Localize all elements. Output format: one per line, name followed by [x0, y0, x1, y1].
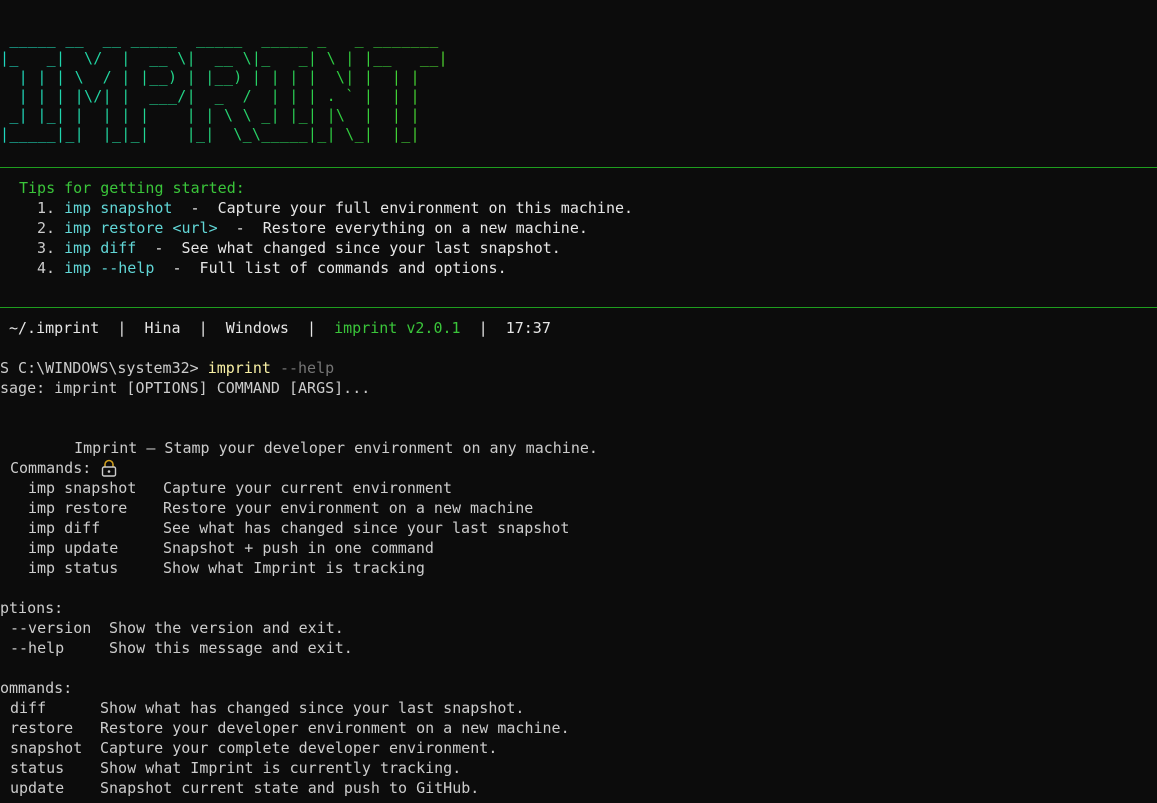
- imp-command-desc: See what has changed since your last sna…: [163, 519, 570, 537]
- commands-heading: Commands:: [10, 459, 92, 477]
- tip-description: - Restore everything on a new machine.: [217, 219, 588, 237]
- imp-command-desc: Snapshot + push in one command: [163, 539, 434, 557]
- command-desc: Show what Imprint is currently tracking.: [100, 759, 462, 777]
- imp-command-name: imp status: [28, 559, 119, 577]
- imp-command-row: imp update Snapshot + push in one command: [28, 538, 434, 558]
- command-name: diff: [10, 699, 47, 717]
- option-flag: --version: [10, 619, 92, 637]
- command-desc: Snapshot current state and push to GitHu…: [100, 779, 480, 797]
- tip-command: snapshot: [100, 199, 173, 217]
- command-desc: Restore your developer environment on a …: [100, 719, 570, 737]
- imp-command-row: imp status Show what Imprint is tracking: [28, 558, 425, 578]
- divider-bottom: [0, 307, 1157, 308]
- tip-command: diff: [100, 239, 137, 257]
- tip-number: 4.: [37, 259, 56, 277]
- command-name: status: [10, 759, 65, 777]
- status-version: imprint v2.0.1: [334, 319, 461, 337]
- imp-command-row: imp snapshot Capture your current environ…: [28, 478, 452, 498]
- tip-number: 1.: [37, 199, 56, 217]
- status-separator: |: [117, 319, 127, 337]
- imp-command-name: imp update: [28, 539, 119, 557]
- tip-command-prefix: imp: [64, 259, 92, 277]
- status-separator: |: [198, 319, 208, 337]
- tip-description: - See what changed since your last snaps…: [136, 239, 561, 257]
- imp-command-name: imp diff: [28, 519, 101, 537]
- command-name: snapshot: [10, 739, 83, 757]
- tip-command-prefix: imp: [64, 219, 92, 237]
- options-heading: ptions:: [0, 599, 64, 617]
- terminal-window[interactable]: _____ __ __ _____ _____ _____ _ _ ______…: [0, 0, 1157, 803]
- ascii-banner: _____ __ __ _____ _____ _____ _ _ ______…: [0, 30, 448, 143]
- command-row: restore Restore your developer environmen…: [10, 718, 570, 738]
- option-flag: --help: [10, 639, 65, 657]
- prompt-command: imprint: [207, 359, 271, 377]
- command-row: update Snapshot current state and push to…: [10, 778, 479, 798]
- tip-number: 3.: [37, 239, 56, 257]
- status-time: 17:37: [505, 319, 551, 337]
- tips-heading: Tips for getting started:: [19, 179, 245, 197]
- prompt-args: --help: [279, 359, 335, 377]
- tip-command: restore <url>: [100, 219, 218, 237]
- tip-description: - Full list of commands and options.: [154, 259, 507, 277]
- commands2-heading: ommands:: [0, 679, 73, 697]
- prompt-path: S C:\WINDOWS\system32>: [0, 359, 199, 377]
- command-prompt[interactable]: S C:\WINDOWS\system32> imprint --help: [0, 358, 334, 378]
- divider-top: [0, 167, 1157, 168]
- command-row: snapshot Capture your complete developer …: [10, 738, 497, 758]
- description-line: Imprint — Stamp your developer environme…: [10, 418, 598, 477]
- command-name: restore: [10, 719, 74, 737]
- status-separator: |: [478, 319, 488, 337]
- status-user: Hina: [144, 319, 181, 337]
- description-text: Imprint — Stamp your developer environme…: [74, 439, 598, 457]
- option-row: --help Show this message and exit.: [10, 638, 353, 658]
- status-os: Windows: [225, 319, 289, 337]
- imp-command-row: imp restore Restore your environment on a…: [28, 498, 533, 518]
- option-row: --version Show the version and exit.: [10, 618, 344, 638]
- tip-number: 2.: [37, 219, 56, 237]
- status-bar: ~/.imprint | Hina | Windows | imprint v2…: [9, 318, 551, 338]
- status-separator: |: [307, 319, 317, 337]
- command-desc: Capture your complete developer environm…: [100, 739, 498, 757]
- command-row: diff Show what has changed since your las…: [10, 698, 524, 718]
- tip-item: 2. imp restore <url> - Restore everythin…: [37, 218, 588, 238]
- tip-item: 4. imp --help - Full list of commands an…: [37, 258, 507, 278]
- imp-command-row: imp diff See what has changed since your …: [28, 518, 569, 538]
- option-desc: Show the version and exit.: [109, 619, 344, 637]
- command-row: status Show what Imprint is currently tra…: [10, 758, 461, 778]
- tip-description: - Capture your full environment on this …: [172, 199, 634, 217]
- imp-command-desc: Restore your environment on a new machin…: [163, 499, 534, 517]
- imp-command-name: imp restore: [28, 499, 128, 517]
- tip-command-prefix: imp: [64, 199, 92, 217]
- tip-item: 3. imp diff - See what changed since you…: [37, 238, 561, 258]
- imp-command-name: imp snapshot: [28, 479, 137, 497]
- command-desc: Show what has changed since your last sn…: [100, 699, 525, 717]
- status-path: ~/.imprint: [9, 319, 100, 337]
- command-name: update: [10, 779, 65, 797]
- tip-command: --help: [100, 259, 155, 277]
- tip-command-prefix: imp: [64, 239, 92, 257]
- tip-item: 1. imp snapshot - Capture your full envi…: [37, 198, 633, 218]
- usage-line: sage: imprint [OPTIONS] COMMAND [ARGS]..…: [0, 379, 371, 397]
- option-desc: Show this message and exit.: [109, 639, 353, 657]
- lock-icon: [46, 438, 117, 477]
- imp-command-desc: Capture your current environment: [163, 479, 452, 497]
- imp-command-desc: Show what Imprint is tracking: [163, 559, 425, 577]
